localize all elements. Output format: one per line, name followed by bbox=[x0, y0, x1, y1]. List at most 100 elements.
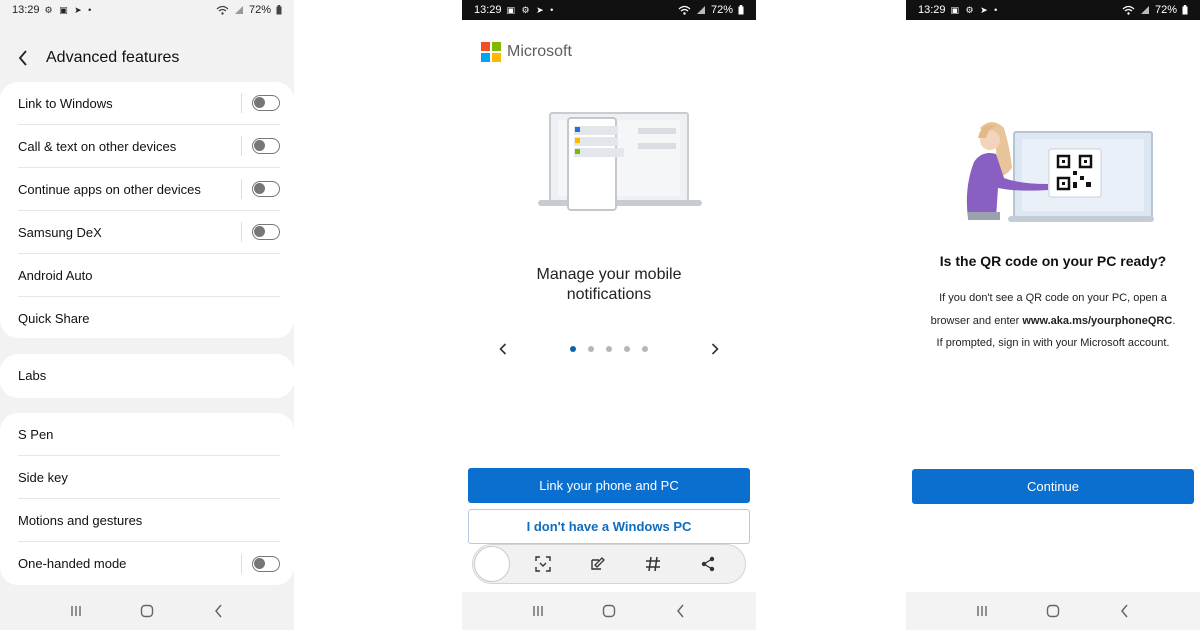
signal-icon bbox=[234, 6, 243, 14]
samsung-dex-toggle[interactable] bbox=[252, 224, 280, 240]
chevron-left-icon bbox=[18, 50, 27, 66]
recents-icon bbox=[976, 606, 987, 616]
setting-call-text[interactable]: Call & text on other devices bbox=[18, 125, 280, 168]
page-dot[interactable] bbox=[588, 346, 594, 352]
setting-label: Samsung DeX bbox=[18, 224, 102, 240]
one-handed-mode-toggle[interactable] bbox=[252, 555, 280, 572]
battery-percent: 72% bbox=[710, 4, 733, 16]
microsoft-logo-icon bbox=[481, 42, 501, 62]
home-button[interactable] bbox=[132, 596, 162, 626]
back-icon bbox=[1120, 604, 1128, 618]
wifi-icon bbox=[216, 5, 229, 15]
setting-android-auto[interactable]: Android Auto bbox=[18, 254, 280, 297]
status-time: 13:29 bbox=[474, 4, 502, 16]
setting-label: Side key bbox=[18, 469, 68, 485]
setting-s-pen[interactable]: S Pen bbox=[18, 413, 280, 456]
qr-url-link[interactable]: www.aka.ms/yourphoneQRC bbox=[1022, 315, 1172, 327]
setting-label: One-handed mode bbox=[18, 556, 127, 571]
settings-screen: 13:29 ⚙ ▣ ➤ • 72% Advanced features Link… bbox=[0, 0, 294, 630]
setting-quick-share[interactable]: Quick Share bbox=[18, 297, 280, 340]
continue-button[interactable]: Continue bbox=[912, 469, 1194, 504]
setting-samsung-dex[interactable]: Samsung DeX bbox=[18, 211, 280, 254]
link-phone-pc-button[interactable]: Link your phone and PC bbox=[468, 468, 750, 503]
page-dot-active[interactable] bbox=[570, 346, 576, 352]
divider bbox=[241, 222, 242, 242]
page-dots bbox=[570, 346, 648, 352]
previous-page-button[interactable] bbox=[492, 338, 514, 360]
onboarding-pager bbox=[492, 338, 726, 360]
recents-button[interactable] bbox=[61, 596, 91, 626]
hashtag-icon bbox=[645, 556, 660, 572]
home-button[interactable] bbox=[1038, 596, 1068, 626]
setting-motions-gestures[interactable]: Motions and gestures bbox=[18, 499, 280, 542]
page-dot[interactable] bbox=[642, 346, 648, 352]
setting-label: Android Auto bbox=[18, 267, 93, 283]
link-to-windows-toggle[interactable] bbox=[252, 95, 280, 111]
battery-percent: 72% bbox=[248, 4, 271, 16]
recents-button[interactable] bbox=[967, 596, 997, 626]
back-button[interactable] bbox=[14, 44, 32, 72]
status-bar: 13:29 ▣ ⚙ ➤ • 72% bbox=[462, 0, 756, 20]
settings-group-connections: Link to Windows Call & text on other dev… bbox=[0, 82, 294, 338]
page-dot[interactable] bbox=[624, 346, 630, 352]
chevron-left-icon bbox=[499, 343, 507, 355]
setting-label: Continue apps on other devices bbox=[18, 181, 201, 197]
home-icon bbox=[602, 604, 616, 618]
back-icon bbox=[676, 604, 684, 618]
chevron-right-icon bbox=[711, 343, 719, 355]
home-button[interactable] bbox=[594, 596, 624, 626]
screenshot-thumbnail[interactable] bbox=[474, 546, 510, 582]
battery-icon bbox=[276, 5, 282, 15]
edit-button[interactable] bbox=[585, 551, 611, 577]
settings-group-labs: Labs bbox=[0, 354, 294, 398]
continue-apps-toggle[interactable] bbox=[252, 181, 280, 197]
notification-icons: ▣ ⚙ ➤ • bbox=[506, 4, 556, 15]
page-dot[interactable] bbox=[606, 346, 612, 352]
no-windows-pc-button[interactable]: I don't have a Windows PC bbox=[468, 509, 750, 544]
system-nav-bar bbox=[906, 592, 1200, 630]
page-title: Advanced features bbox=[46, 49, 180, 66]
phone-link-onboarding-screen: 13:29 ▣ ⚙ ➤ • 72% Microsoft Manage your … bbox=[462, 0, 756, 630]
back-icon bbox=[214, 604, 222, 618]
battery-percent: 72% bbox=[1154, 4, 1177, 16]
divider bbox=[241, 553, 242, 574]
page-header: Advanced features bbox=[14, 44, 179, 72]
setting-label: Labs bbox=[18, 368, 47, 383]
qr-instructions: If you don't see a QR code on your PC, o… bbox=[928, 287, 1178, 355]
hashtag-button[interactable] bbox=[640, 551, 666, 577]
qr-code-screen: 13:29 ▣ ⚙ ➤ • 72% Is the QR code on your… bbox=[906, 0, 1200, 630]
battery-icon bbox=[1182, 5, 1188, 15]
system-back-button[interactable] bbox=[203, 596, 233, 626]
share-button[interactable] bbox=[695, 551, 721, 577]
system-back-button[interactable] bbox=[665, 596, 695, 626]
signal-icon bbox=[696, 6, 705, 14]
status-time: 13:29 bbox=[918, 4, 946, 16]
system-nav-bar bbox=[0, 592, 294, 630]
notification-icons: ⚙ ▣ ➤ • bbox=[44, 4, 94, 15]
laptop-phone-illustration bbox=[538, 112, 702, 211]
brand-name: Microsoft bbox=[507, 43, 572, 60]
call-text-toggle[interactable] bbox=[252, 138, 280, 154]
setting-label: Motions and gestures bbox=[18, 512, 143, 528]
scan-icon bbox=[534, 556, 551, 572]
scan-button[interactable] bbox=[530, 551, 556, 577]
recents-button[interactable] bbox=[523, 596, 553, 626]
recents-icon bbox=[532, 606, 543, 616]
battery-icon bbox=[738, 5, 744, 15]
system-back-button[interactable] bbox=[1109, 596, 1139, 626]
setting-link-to-windows[interactable]: Link to Windows bbox=[18, 82, 280, 125]
share-icon bbox=[701, 556, 714, 572]
setting-continue-apps[interactable]: Continue apps on other devices bbox=[18, 168, 280, 211]
divider bbox=[241, 93, 242, 113]
settings-group-input: S Pen Side key Motions and gestures One-… bbox=[0, 413, 294, 585]
notification-icons: ▣ ⚙ ➤ • bbox=[950, 4, 1000, 15]
status-bar: 13:29 ⚙ ▣ ➤ • 72% bbox=[0, 0, 294, 20]
status-time: 13:29 bbox=[12, 4, 40, 16]
setting-labs[interactable]: Labs bbox=[18, 354, 280, 397]
status-bar: 13:29 ▣ ⚙ ➤ • 72% bbox=[906, 0, 1200, 20]
divider bbox=[241, 136, 242, 156]
next-page-button[interactable] bbox=[704, 338, 726, 360]
setting-one-handed-mode[interactable]: One-handed mode bbox=[18, 542, 280, 585]
setting-side-key[interactable]: Side key bbox=[18, 456, 280, 499]
person-qr-illustration bbox=[966, 122, 1154, 222]
